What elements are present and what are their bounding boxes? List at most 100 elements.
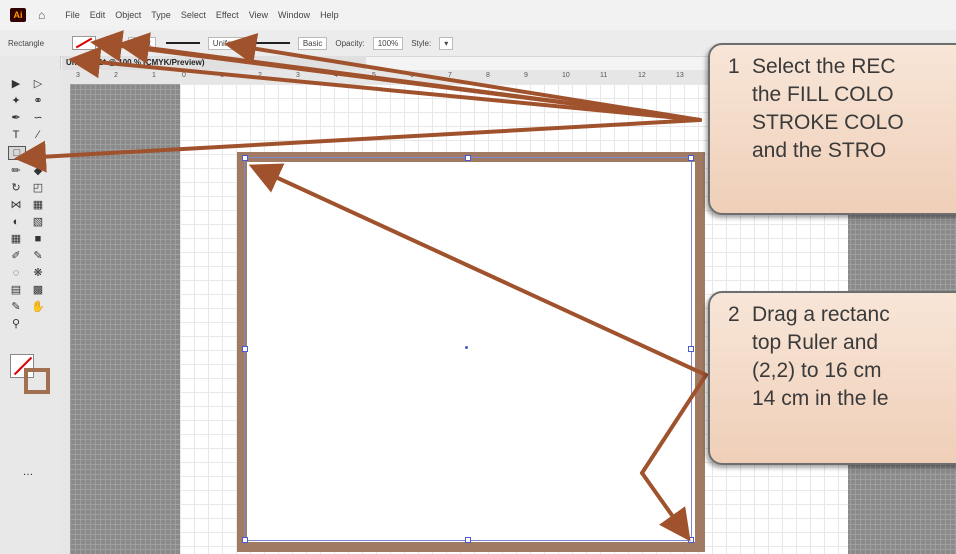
ruler-tick: 2 [114,72,118,79]
tool-grid: ▶ ▷ ✦ ⚭ ✒ ∽ T ∕ □ ✎ ✏ ◆ ↻ ◰ ⋈ ▦ ◐ ▧ ▦ ■ … [8,78,52,330]
zoom-tool-icon[interactable]: ⚲ [8,318,24,330]
blend-tool-icon[interactable]: ◌ [8,267,24,279]
eyedropper-icon[interactable]: ✐ [8,250,24,262]
callout-text: Drag a rectanc [752,303,890,326]
menu-select[interactable]: Select [181,10,206,20]
callout-text: Select the REC [752,55,896,78]
artboard-tool-icon[interactable]: ▩ [30,284,46,296]
type-tool-icon[interactable]: T [8,129,24,141]
selection-tool-icon[interactable]: ▶ [8,78,24,90]
menu-items: File Edit Object Type Select Effect View… [65,10,338,20]
more-tools-icon[interactable]: … [20,466,36,478]
stroke-color-swatch[interactable] [106,36,120,50]
slice-tool-icon[interactable]: ✎ [8,301,24,313]
menu-window[interactable]: Window [278,10,310,20]
line-tool-icon[interactable]: ∕ [30,129,46,141]
resize-handle[interactable] [465,155,471,161]
resize-handle[interactable] [688,155,694,161]
ruler-tick: 12 [638,72,646,79]
profile-select[interactable]: Uniform [207,36,246,50]
callout-2-line: (2,2) to 16 cm [752,359,882,382]
brush-select[interactable]: Basic [297,36,328,50]
ruler-tick: 13 [676,72,684,79]
ruler-tick: 8 [486,72,490,79]
fill-color-swatch[interactable] [72,36,96,50]
ruler-tick: 0 [182,72,186,79]
ruler-tick: 5 [372,72,376,79]
ruler-tick: 2 [258,72,262,79]
ruler-tick: 10 [562,72,570,79]
symbol-sprayer-icon[interactable]: ❋ [30,267,46,279]
ruler-tick: 6 [410,72,414,79]
callout-2-line: 14 cm in the le [752,387,889,410]
resize-handle[interactable] [465,537,471,543]
callout-2-line: top Ruler and [752,331,879,354]
brush-line-icon [255,42,290,44]
tool-label: Rectangle [8,38,45,48]
direct-selection-tool-icon[interactable]: ▷ [30,78,46,90]
ruler-tick: 3 [76,72,80,79]
shaper-tool-icon[interactable]: ✏ [8,165,24,177]
mesh-tool-icon[interactable]: ▦ [8,233,24,245]
perspective-grid-icon[interactable]: ▧ [30,216,46,228]
document-tab[interactable]: Untitled-1* @ 100 % (CMYK/Preview) [62,56,366,70]
ruler-tick: 4 [334,72,338,79]
profile-line-icon [165,42,200,44]
callout-1-line: 1 Select the REC [728,53,956,81]
hand-tool-icon[interactable]: ✋ [30,301,46,313]
ruler-tick: 1 [220,72,224,79]
opacity-field[interactable]: 100% [372,36,404,50]
pen-tool-icon[interactable]: ✒ [8,112,24,124]
width-tool-icon[interactable]: ⋈ [8,199,24,211]
menu-effect[interactable]: Effect [216,10,239,20]
curvature-tool-icon[interactable]: ∽ [30,112,46,124]
menu-help[interactable]: Help [320,10,339,20]
step-number: 2 [728,303,740,326]
resize-handle[interactable] [242,537,248,543]
paintbrush-icon[interactable]: ✎ [30,146,46,158]
app-logo: Ai [10,8,26,22]
menu-edit[interactable]: Edit [90,10,106,20]
scale-tool-icon[interactable]: ◰ [30,182,46,194]
eraser-icon[interactable]: ◆ [30,165,46,177]
menu-object[interactable]: Object [115,10,141,20]
menu-bar: Ai ⌂ File Edit Object Type Select Effect… [0,0,956,31]
resize-handle[interactable] [688,537,694,543]
column-graph-icon[interactable]: ▤ [8,284,24,296]
rotate-tool-icon[interactable]: ↻ [8,182,24,194]
callout-2-line: 2 Drag a rectanc [728,301,956,329]
resize-handle[interactable] [242,346,248,352]
step-number: 1 [728,55,740,78]
callout-step-2: 2 Drag a rectanc top Ruler and (2,2) to 1… [708,291,956,465]
ruler-tick: 11 [600,72,608,79]
callout-1-line: the FILL COLO [752,83,894,106]
style-select[interactable]: ▾ [439,36,454,50]
home-icon[interactable]: ⌂ [38,8,45,22]
ruler-tick: 7 [448,72,452,79]
ruler-tick: 9 [524,72,528,79]
opacity-label: Opacity: [335,38,365,48]
stroke-weight-field[interactable]: 12 pt [128,36,156,50]
magic-wand-icon[interactable]: ✦ [8,95,24,107]
stroke-color-box[interactable] [24,368,50,394]
lasso-icon[interactable]: ⚭ [30,95,46,107]
shape-builder-icon[interactable]: ◐ [8,216,24,228]
rectangle-tool-icon[interactable]: □ [8,146,26,160]
measure-tool-icon[interactable]: ✎ [30,250,46,262]
menu-view[interactable]: View [249,10,268,20]
menu-type[interactable]: Type [151,10,171,20]
resize-handle[interactable] [688,346,694,352]
ruler-tick: 3 [296,72,300,79]
tools-panel: ▶ ▷ ✦ ⚭ ✒ ∽ T ∕ □ ✎ ✏ ◆ ↻ ◰ ⋈ ▦ ◐ ▧ ▦ ■ … [0,56,61,554]
free-transform-icon[interactable]: ▦ [30,199,46,211]
callout-step-1: 1 Select the REC the FILL COLO STROKE COL… [708,43,956,215]
selection-bounding-box [244,157,692,541]
resize-handle[interactable] [242,155,248,161]
app-window: Ai ⌂ File Edit Object Type Select Effect… [0,0,956,554]
callout-1-line: and the STRO [752,139,887,162]
gradient-tool-icon[interactable]: ■ [30,233,46,245]
center-point [465,346,468,349]
callout-1-line: STROKE COLO [752,111,904,134]
ruler-tick: 1 [152,72,156,79]
menu-file[interactable]: File [65,10,80,20]
